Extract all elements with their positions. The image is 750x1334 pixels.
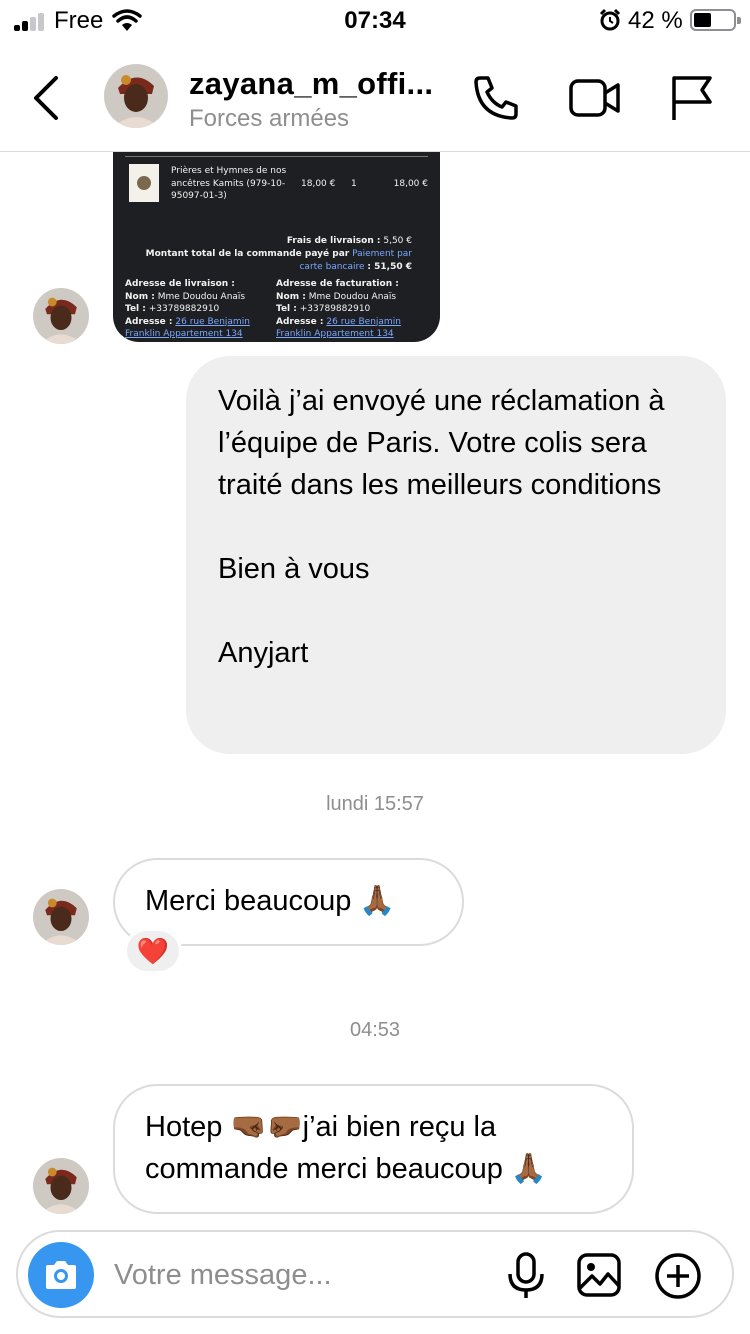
chat-header: zayana_m_offi... Forces armées: [0, 44, 750, 152]
delivery-address: Adresse de livraison : Nom : Mme Doudou …: [125, 279, 250, 339]
battery-percentage: 42 %: [628, 7, 683, 34]
gallery-icon[interactable]: [576, 1252, 622, 1298]
contact-avatar[interactable]: [104, 64, 168, 128]
receipt-item-name: Prières et Hymnes de nos ancêtres Kamits…: [171, 166, 287, 201]
billing-address: Adresse de facturation : Nom : Mme Doudo…: [276, 279, 401, 339]
receipt-item-total: 18,00 €: [393, 179, 428, 189]
back-icon[interactable]: [26, 70, 66, 126]
receipt-total: Montant total de la commande payé par Pa…: [145, 249, 412, 272]
outgoing-message[interactable]: Voilà j’ai envoyé une réclamation à l’éq…: [186, 356, 726, 754]
contact-avatar-small[interactable]: [33, 288, 89, 344]
flag-icon[interactable]: [668, 72, 716, 124]
contact-subtitle: Forces armées: [189, 105, 350, 132]
alarm-icon: [598, 8, 622, 37]
receipt-item-price: 18,00 €: [301, 179, 336, 189]
status-bar: Free 07:34 42 %: [0, 0, 750, 44]
book-thumbnail: [129, 164, 159, 202]
phone-icon[interactable]: [470, 72, 522, 124]
contact-avatar-small[interactable]: [33, 1158, 89, 1214]
receipt-shipping: Frais de livraison : 5,50 €: [286, 236, 412, 246]
shared-receipt-image[interactable]: Prières et Hymnes de nos ancêtres Kamits…: [113, 152, 440, 342]
add-icon[interactable]: [654, 1252, 702, 1300]
receipt-item-qty: 1: [351, 179, 357, 189]
divider: [125, 156, 428, 157]
message-input[interactable]: [114, 1254, 474, 1296]
video-call-icon[interactable]: [568, 72, 622, 124]
microphone-icon[interactable]: [504, 1252, 548, 1300]
heart-reaction[interactable]: ❤️: [124, 928, 182, 974]
message-timestamp: lundi 15:57: [326, 793, 424, 815]
camera-button[interactable]: [28, 1242, 94, 1308]
contact-avatar-small[interactable]: [33, 889, 89, 945]
contact-username[interactable]: zayana_m_offi...: [189, 66, 433, 102]
message-composer: [16, 1230, 734, 1318]
incoming-message[interactable]: Hotep 🤜🏾🤛🏾j’ai bien reçu la commande mer…: [113, 1084, 634, 1214]
camera-icon: [46, 1261, 76, 1289]
battery-icon: [690, 9, 741, 31]
message-timestamp: 04:53: [349, 1019, 401, 1041]
